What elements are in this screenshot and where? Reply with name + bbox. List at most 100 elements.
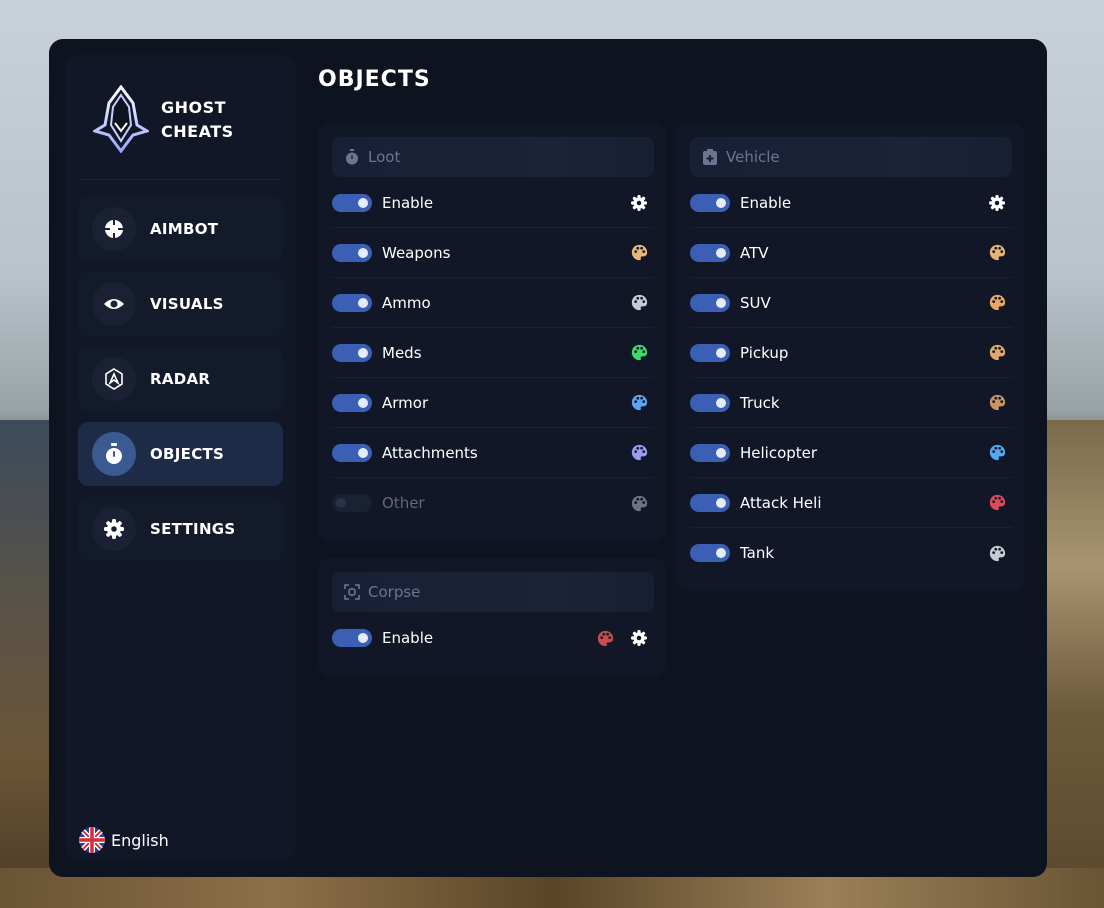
vehicle-row-label: SUV <box>740 293 771 312</box>
loot-row-label: Ammo <box>382 293 431 312</box>
vehicle-row-label: ATV <box>740 243 769 262</box>
vehicle-row-atv: ATV <box>690 228 1012 278</box>
vehicle-truck-toggle[interactable] <box>690 393 730 412</box>
vehicle-card: Vehicle Enable ATV SUV Pickup Truck Heli… <box>676 123 1024 591</box>
vehicle-pickup-toggle[interactable] <box>690 343 730 362</box>
vehicle-row-enable: Enable <box>690 178 1012 228</box>
palette-icon[interactable] <box>630 294 648 312</box>
loot-row-label: Weapons <box>382 243 451 262</box>
eye-icon <box>104 299 124 309</box>
loot-armor-toggle[interactable] <box>332 393 372 412</box>
brand-line-2: CHEATS <box>161 122 234 141</box>
vehicle-row-attack-heli: Attack Heli <box>690 478 1012 528</box>
vehicle-tank-toggle[interactable] <box>690 544 730 562</box>
vehicle-row-pickup: Pickup <box>690 328 1012 378</box>
app-window: GHOST CHEATS AIMBOT VISUALS RADAR OBJECT… <box>49 39 1047 877</box>
palette-icon[interactable] <box>596 629 614 647</box>
loot-row-weapons: Weapons <box>332 228 654 278</box>
scan-icon <box>344 584 360 600</box>
loot-row-label: Armor <box>382 393 429 412</box>
palette-icon[interactable] <box>988 544 1006 562</box>
loot-weapons-toggle[interactable] <box>332 243 372 262</box>
vehicle-attack-heli-toggle[interactable] <box>690 493 730 512</box>
radar-icon <box>105 368 123 390</box>
loot-title: Loot <box>368 148 401 166</box>
gear-icon[interactable] <box>630 629 648 647</box>
loot-row-label: Enable <box>382 193 434 212</box>
loot-row-label: Meds <box>382 343 422 362</box>
language-label: English <box>111 830 169 850</box>
vehicle-header: Vehicle <box>690 137 1012 177</box>
uk-flag-icon <box>79 827 105 853</box>
gear-icon <box>104 519 124 539</box>
nav-label-visuals: VISUALS <box>150 295 224 313</box>
loot-header: Loot <box>332 137 654 177</box>
vehicle-row-label: Helicopter <box>740 443 818 462</box>
vehicle-row-suv: SUV <box>690 278 1012 328</box>
loot-row-label: Other <box>382 494 425 512</box>
loot-row-enable: Enable <box>332 178 654 228</box>
vehicle-row-label: Attack Heli <box>740 493 822 512</box>
nav-item-objects[interactable]: OBJECTS <box>78 422 283 486</box>
brand-line-1: GHOST <box>161 98 227 117</box>
palette-icon[interactable] <box>630 344 648 362</box>
background-scene-right <box>1044 420 1104 908</box>
nav-item-settings[interactable]: SETTINGS <box>78 497 283 561</box>
page-title: OBJECTS <box>318 67 431 92</box>
loot-row-label: Attachments <box>382 443 478 462</box>
medkit-icon <box>703 149 717 165</box>
corpse-row-label: Enable <box>382 629 434 647</box>
loot-row-other: Other <box>332 478 654 528</box>
vehicle-row-tank: Tank <box>690 528 1012 578</box>
palette-icon[interactable] <box>630 494 648 512</box>
corpse-title: Corpse <box>368 583 421 601</box>
palette-icon[interactable] <box>630 394 648 412</box>
nav-item-aimbot[interactable]: AIMBOT <box>78 197 283 261</box>
palette-icon[interactable] <box>988 444 1006 462</box>
loot-row-ammo: Ammo <box>332 278 654 328</box>
nav-label-settings: SETTINGS <box>150 520 236 538</box>
vehicle-row-label: Tank <box>740 544 775 562</box>
timer-icon <box>106 443 122 464</box>
nav-label-aimbot: AIMBOT <box>150 220 219 238</box>
nav-label-radar: RADAR <box>150 370 211 388</box>
vehicle-row-label: Enable <box>740 193 792 212</box>
logo: GHOST CHEATS <box>93 75 234 165</box>
loot-enable-toggle[interactable] <box>332 193 372 212</box>
vehicle-row-truck: Truck <box>690 378 1012 428</box>
palette-icon[interactable] <box>988 244 1006 262</box>
nav-item-radar[interactable]: RADAR <box>78 347 283 411</box>
gear-icon[interactable] <box>630 194 648 212</box>
corpse-enable-toggle[interactable] <box>332 629 372 647</box>
corpse-card: Corpse Enable <box>318 558 666 676</box>
loot-attachments-toggle[interactable] <box>332 443 372 462</box>
vehicle-atv-toggle[interactable] <box>690 243 730 262</box>
ghost-logo-icon <box>93 85 149 154</box>
vehicle-suv-toggle[interactable] <box>690 293 730 312</box>
gear-icon[interactable] <box>988 194 1006 212</box>
brand-name: GHOST CHEATS <box>161 96 234 144</box>
vehicle-helicopter-toggle[interactable] <box>690 443 730 462</box>
nav-item-visuals[interactable]: VISUALS <box>78 272 283 336</box>
palette-icon[interactable] <box>630 444 648 462</box>
crosshair-icon <box>103 218 125 240</box>
loot-row-armor: Armor <box>332 378 654 428</box>
palette-icon[interactable] <box>630 244 648 262</box>
language-selector[interactable]: English <box>79 827 169 853</box>
loot-other-toggle[interactable] <box>332 494 372 512</box>
loot-ammo-toggle[interactable] <box>332 293 372 312</box>
loot-card: Loot Enable Weapons Ammo Meds Armor Atta… <box>318 123 666 541</box>
vehicle-row-label: Truck <box>740 393 780 412</box>
palette-icon[interactable] <box>988 494 1006 512</box>
palette-icon[interactable] <box>988 394 1006 412</box>
vehicle-row-label: Pickup <box>740 343 789 362</box>
sidebar: GHOST CHEATS AIMBOT VISUALS RADAR OBJECT… <box>65 55 296 860</box>
vehicle-row-helicopter: Helicopter <box>690 428 1012 478</box>
palette-icon[interactable] <box>988 344 1006 362</box>
timer-icon <box>346 149 358 165</box>
palette-icon[interactable] <box>988 294 1006 312</box>
corpse-header: Corpse <box>332 572 654 612</box>
loot-row-attachments: Attachments <box>332 428 654 478</box>
vehicle-enable-toggle[interactable] <box>690 193 730 212</box>
loot-meds-toggle[interactable] <box>332 343 372 362</box>
